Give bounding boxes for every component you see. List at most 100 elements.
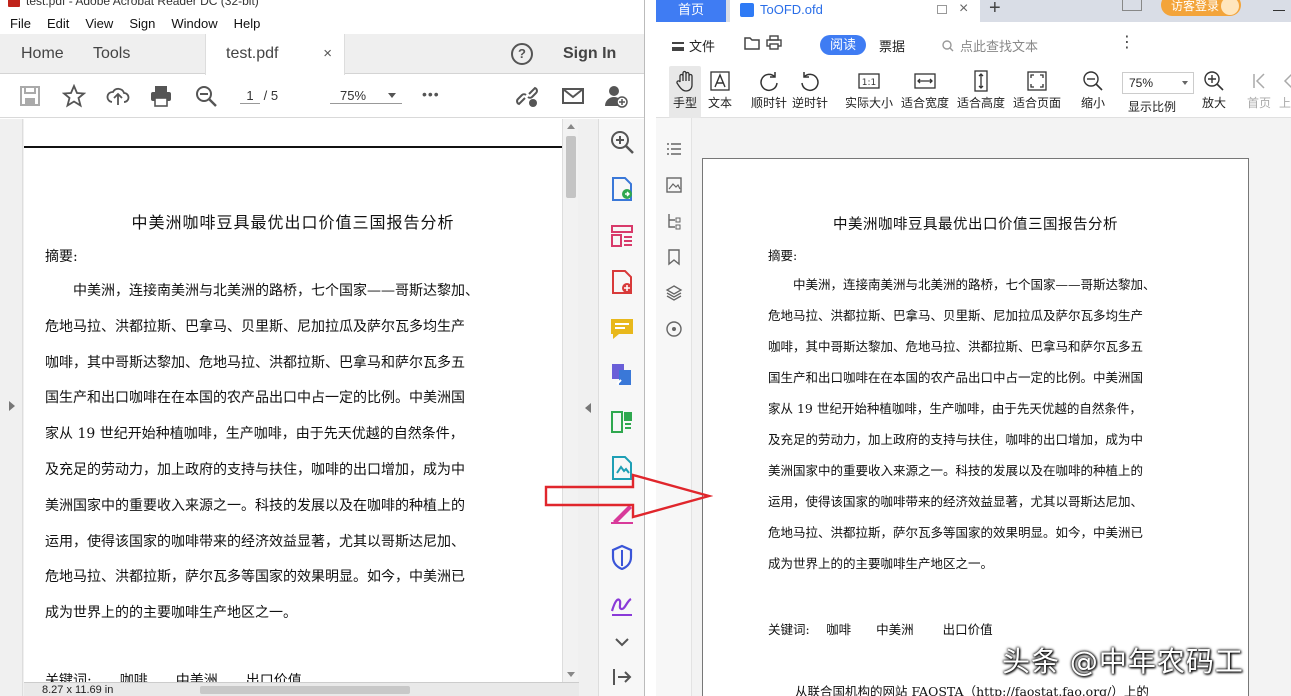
scroll-up-icon[interactable] (567, 124, 575, 129)
chevron-right-icon (9, 401, 15, 411)
fit-width-label: 适合宽度 (900, 96, 949, 110)
rotate-cw-icon (760, 72, 778, 92)
link-icon[interactable] (515, 84, 539, 108)
comment-icon[interactable] (609, 316, 635, 342)
zoom-in-button[interactable]: 放大 (1199, 66, 1229, 118)
zoom-icon[interactable] (609, 129, 635, 155)
upload-icon[interactable] (106, 84, 130, 108)
print-icon[interactable] (766, 35, 782, 50)
text-line: 危地马拉、洪都拉斯、巴拿马、贝里斯、尼加拉瓜及萨尔瓦多均生产 (768, 308, 1144, 323)
zoom-in-icon (1204, 71, 1224, 91)
protect-icon[interactable] (609, 544, 635, 570)
tree-icon[interactable] (665, 212, 683, 230)
menu-bar: File Edit View Sign Window Help (0, 14, 644, 34)
fit-width-button[interactable]: 适合宽度 (899, 66, 951, 118)
tools-pane-collapse[interactable] (579, 119, 597, 696)
mode-read-button[interactable]: 阅读 (820, 35, 866, 55)
pdf-file-icon (8, 0, 20, 7)
fit-height-button[interactable]: 适合高度 (955, 66, 1007, 118)
zoom-out-button[interactable]: 缩小 (1078, 66, 1108, 118)
window-layout-icon[interactable] (1122, 0, 1142, 11)
chevron-down-icon[interactable] (609, 629, 635, 655)
mode-invoice-button[interactable]: 票据 (879, 36, 905, 55)
scroll-down-icon[interactable] (567, 672, 575, 677)
add-user-icon[interactable] (604, 84, 628, 108)
compress-icon[interactable] (609, 409, 635, 435)
bookmark-icon[interactable] (665, 248, 683, 266)
file-menu[interactable]: 文件 (672, 36, 715, 55)
close-tab-icon[interactable]: × (323, 34, 332, 74)
menu-help[interactable]: Help (234, 14, 261, 34)
main-toolbar: 1 / 5 75% ••• (0, 75, 644, 118)
abstract-body: 中美洲，连接南美洲与北美洲的路桥，七个国家——哥斯达黎加、 危地马拉、洪都拉斯、… (45, 279, 525, 637)
actual-size-label: 实际大小 (844, 96, 893, 110)
create-pdf-icon[interactable] (609, 269, 635, 295)
zoom-ratio-label: 显示比例 (1128, 100, 1177, 114)
watermark: 头条 @中年农码工 (1002, 645, 1244, 678)
help-icon[interactable]: ? (511, 43, 533, 65)
document-area: 中美洲咖啡豆具最优出口价值三国报告分析 摘要: 中美洲，连接南美洲与北美洲的路桥… (0, 119, 644, 696)
rotate-ccw-button[interactable]: 逆时针 (790, 66, 830, 118)
vertical-scrollbar[interactable] (562, 119, 578, 682)
search-icon (942, 40, 954, 52)
text-line: 及充足的劳动力，加上政府的支持与扶住，咖啡的出口增加，成为中 (768, 432, 1144, 447)
text-select-icon (710, 71, 730, 91)
menu-sign[interactable]: Sign (129, 14, 155, 34)
attachment-icon[interactable] (665, 320, 683, 338)
open-folder-icon[interactable] (744, 36, 760, 50)
file-menu-label: 文件 (689, 39, 716, 54)
tools-pane (598, 119, 644, 696)
tab-document[interactable]: ToOFD.ofd × (730, 0, 980, 22)
guest-login-button[interactable]: 访客登录 (1161, 0, 1241, 16)
export-pdf-icon[interactable] (609, 176, 635, 202)
more-tools-button[interactable]: ••• (422, 86, 440, 102)
hand-tool-button[interactable]: 手型 (669, 66, 701, 118)
page-number-input[interactable]: 1 (240, 88, 260, 104)
search-box[interactable]: 点此查找文本 (942, 36, 1038, 55)
tab-document[interactable]: test.pdf × (205, 34, 345, 75)
horizontal-scrollbar[interactable] (200, 686, 410, 694)
close-tab-icon[interactable]: × (959, 0, 968, 19)
zoom-out-icon[interactable] (194, 84, 218, 108)
mail-icon[interactable] (561, 84, 585, 108)
first-page-button[interactable]: 首页 (1244, 66, 1274, 118)
prev-page-button[interactable]: 上 (1278, 66, 1291, 118)
menu-view[interactable]: View (85, 14, 113, 34)
pin-icon[interactable] (937, 5, 947, 14)
outline-icon[interactable] (665, 140, 683, 158)
sign-in-button[interactable]: Sign In (563, 34, 616, 74)
organize-icon[interactable] (609, 223, 635, 249)
collapse-icon[interactable] (609, 664, 635, 690)
thumbnail-icon[interactable] (665, 176, 683, 194)
menu-window[interactable]: Window (171, 14, 217, 34)
text-tool-button[interactable]: 文本 (705, 66, 735, 118)
scrollbar-thumb[interactable] (566, 136, 576, 198)
tab-home[interactable]: Home (21, 34, 64, 74)
zoom-select[interactable]: 75% (330, 88, 402, 104)
keywords-line: 关键词: 咖啡 中美洲 出口价值 (768, 622, 993, 637)
menu-edit[interactable]: Edit (47, 14, 69, 34)
zoom-select[interactable]: 75% (1122, 72, 1194, 94)
fit-height-label: 适合高度 (956, 96, 1005, 110)
combine-icon[interactable] (609, 362, 635, 388)
actual-size-button[interactable]: 1:1 实际大小 (843, 66, 895, 118)
layers-icon[interactable] (665, 284, 683, 302)
tab-tools[interactable]: Tools (93, 34, 130, 74)
zoom-in-label: 放大 (1201, 96, 1226, 110)
avatar (1221, 0, 1239, 15)
navigation-pane-toggle[interactable] (0, 119, 23, 696)
print-icon[interactable] (149, 84, 173, 108)
sign-icon[interactable] (609, 591, 635, 617)
vertical-scrollbar[interactable] (1282, 118, 1291, 696)
fit-page-label: 适合页面 (1012, 96, 1061, 110)
bookmark-star-icon[interactable] (62, 84, 86, 108)
more-menu-icon[interactable]: ⋮ (1119, 32, 1135, 52)
text-line: 从联合国机构的网站 FAOSTA（http://faostat.fao.org/… (795, 684, 1149, 696)
minimize-icon[interactable] (1273, 10, 1285, 11)
new-tab-button[interactable]: + (989, 0, 1001, 20)
menu-file[interactable]: File (10, 14, 31, 34)
fit-page-button[interactable]: 适合页面 (1011, 66, 1063, 118)
tab-home[interactable]: 首页 (656, 0, 726, 22)
save-icon[interactable] (18, 84, 42, 108)
rotate-cw-button[interactable]: 顺时针 (749, 66, 789, 118)
